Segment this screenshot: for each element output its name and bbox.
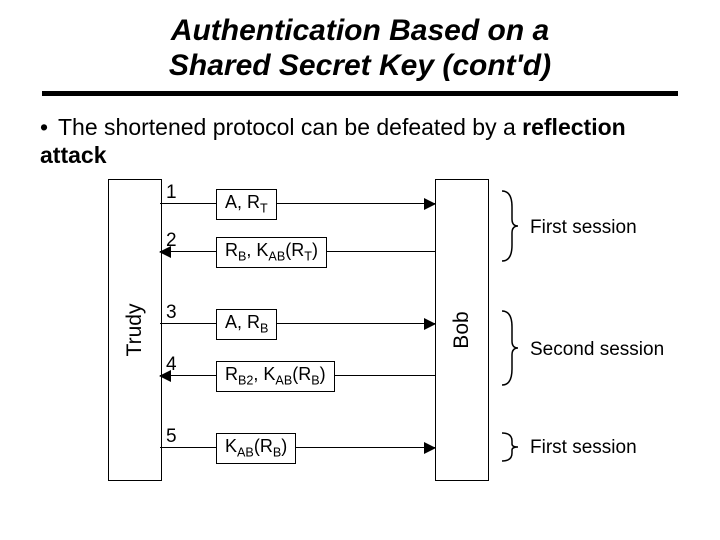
message-3: 3 A, RB bbox=[160, 323, 435, 324]
brace-icon bbox=[500, 309, 518, 387]
message-2: 2 RB, KAB(RT) bbox=[160, 251, 435, 252]
arrow-head-icon bbox=[424, 442, 436, 454]
arrow-head-icon bbox=[159, 246, 171, 258]
message-5: 5 KAB(RB) bbox=[160, 447, 435, 448]
arrow-head-icon bbox=[424, 198, 436, 210]
message-4-label: RB2, KAB(RB) bbox=[216, 361, 335, 392]
trudy-label: Trudy bbox=[123, 304, 147, 357]
bob-label: Bob bbox=[450, 312, 474, 349]
message-4: 4 RB2, KAB(RB) bbox=[160, 375, 435, 376]
slide-title-line2: Shared Secret Key (cont'd) bbox=[169, 49, 551, 82]
protocol-diagram: Trudy Bob 1 A, RT 2 RB, KAB(RT) 3 A, RB … bbox=[0, 179, 720, 519]
message-2-label: RB, KAB(RT) bbox=[216, 237, 327, 268]
session-label-3: First session bbox=[530, 437, 637, 459]
message-5-label: KAB(RB) bbox=[216, 433, 296, 464]
message-1-label: A, RT bbox=[216, 189, 277, 220]
arrow-head-icon bbox=[159, 370, 171, 382]
brace-icon bbox=[500, 431, 518, 463]
message-1: 1 A, RT bbox=[160, 203, 435, 204]
message-3-num: 3 bbox=[166, 302, 177, 324]
session-label-1: First session bbox=[530, 217, 637, 239]
message-1-num: 1 bbox=[166, 182, 177, 204]
session-label-2: Second session bbox=[530, 339, 664, 361]
bullet-text-a: The shortened protocol can be defeated b… bbox=[58, 114, 522, 140]
slide-title-line1: Authentication Based on a bbox=[171, 14, 549, 47]
message-5-num: 5 bbox=[166, 426, 177, 448]
message-3-label: A, RB bbox=[216, 309, 277, 340]
bullet-text: •The shortened protocol can be defeated … bbox=[0, 96, 720, 169]
brace-icon bbox=[500, 189, 518, 263]
arrow-head-icon bbox=[424, 318, 436, 330]
bob-box: Bob bbox=[435, 179, 489, 481]
trudy-box: Trudy bbox=[108, 179, 162, 481]
